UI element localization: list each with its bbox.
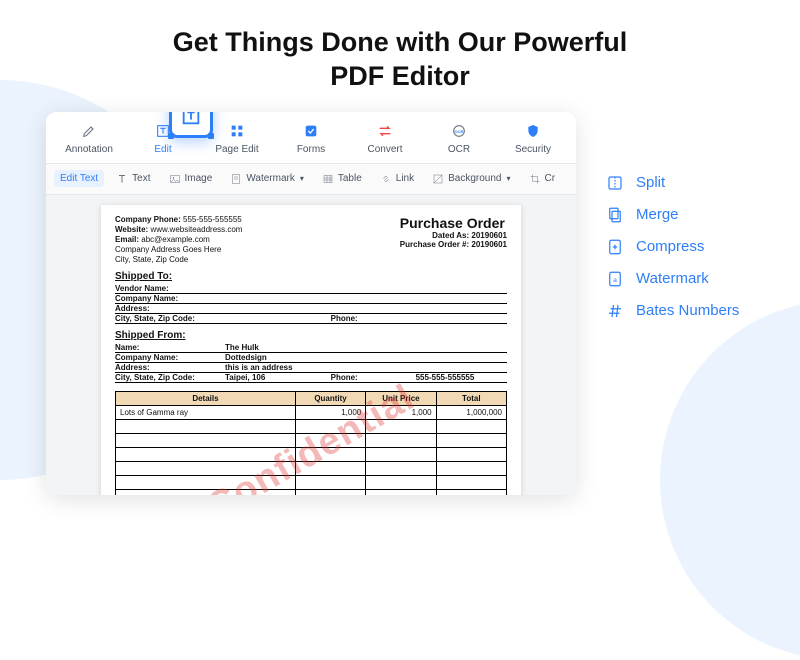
tool-table[interactable]: Table [316, 170, 368, 188]
image-icon [169, 173, 181, 185]
tab-label: OCR [448, 144, 470, 155]
table-row [116, 419, 507, 433]
svg-text:a: a [613, 277, 617, 284]
tab-label: Page Edit [215, 144, 258, 155]
checkbox-icon [303, 122, 319, 140]
tool-image[interactable]: Image [163, 170, 219, 188]
po-title: Purchase Order [400, 215, 507, 231]
tool-crop[interactable]: Cr [523, 170, 562, 188]
tab-label: Forms [297, 144, 325, 155]
tool-watermark[interactable]: Watermark ▾ [224, 170, 310, 188]
tool-background[interactable]: Background ▾ [426, 170, 516, 188]
merge-icon [606, 206, 624, 224]
pencil-icon [81, 122, 97, 140]
compress-icon [606, 238, 624, 256]
edit-tab-highlight [169, 112, 213, 138]
editor-window: Annotation Edit Page Edit Forms Convert … [46, 112, 576, 495]
hash-icon [606, 302, 624, 320]
svg-text:OCR: OCR [455, 129, 464, 134]
company-info: Company Phone: 555-555-555555 Website: w… [115, 215, 242, 265]
shipped-from-heading: Shipped From: [115, 330, 507, 341]
text-edit-icon [180, 112, 202, 127]
shield-icon [525, 122, 541, 140]
table-row [116, 461, 507, 475]
convert-icon [377, 122, 393, 140]
tab-label: Security [515, 144, 551, 155]
tab-label: Edit [154, 144, 171, 155]
tool-link[interactable]: Link [374, 170, 420, 188]
shipped-to-heading: Shipped To: [115, 271, 507, 282]
table-row [116, 433, 507, 447]
document-viewport[interactable]: Company Phone: 555-555-555555 Website: w… [46, 195, 576, 495]
tab-forms[interactable]: Forms [274, 120, 348, 157]
background-icon [432, 173, 444, 185]
ocr-icon: OCR [451, 122, 467, 140]
feature-bates[interactable]: Bates Numbers [606, 302, 739, 320]
text-icon [116, 173, 128, 185]
line-items-table: Details Quantity Unit Price Total Lots o… [115, 391, 507, 495]
table-row [116, 489, 507, 495]
link-icon [380, 173, 392, 185]
tab-security[interactable]: Security [496, 120, 570, 157]
split-icon [606, 174, 624, 192]
edit-sub-toolbar: Edit Text Text Image Watermark ▾ Table [46, 164, 576, 195]
tab-annotation[interactable]: Annotation [52, 120, 126, 157]
feature-watermark[interactable]: a Watermark [606, 270, 739, 288]
headline-line2: PDF Editor [330, 61, 470, 91]
table-icon [322, 173, 334, 185]
grid-icon [229, 122, 245, 140]
watermark-icon: a [606, 270, 624, 288]
tab-label: Convert [367, 144, 402, 155]
table-row [116, 475, 507, 489]
chevron-down-icon: ▾ [300, 174, 304, 183]
page-title: Get Things Done with Our Powerful PDF Ed… [0, 0, 800, 112]
po-header-right: Purchase Order Dated As: 20190601 Purcha… [400, 215, 507, 265]
feature-compress[interactable]: Compress [606, 238, 739, 256]
table-row: Lots of Gamma ray 1,000 1,000 1,000,000 [116, 405, 507, 419]
feature-split[interactable]: Split [606, 174, 739, 192]
tab-convert[interactable]: Convert [348, 120, 422, 157]
crop-icon [529, 173, 541, 185]
tab-ocr[interactable]: OCR OCR [422, 120, 496, 157]
feature-list: Split Merge Compress a Watermark Bates N… [606, 174, 739, 320]
headline-line1: Get Things Done with Our Powerful [173, 27, 628, 57]
chevron-down-icon: ▾ [507, 174, 511, 183]
tool-text[interactable]: Text [110, 170, 156, 188]
main-toolbar: Annotation Edit Page Edit Forms Convert … [46, 112, 576, 164]
watermark-icon [230, 173, 242, 185]
pdf-page: Company Phone: 555-555-555555 Website: w… [101, 205, 521, 495]
tool-edit-text[interactable]: Edit Text [54, 170, 104, 187]
feature-merge[interactable]: Merge [606, 206, 739, 224]
tab-label: Annotation [65, 144, 113, 155]
table-row [116, 447, 507, 461]
